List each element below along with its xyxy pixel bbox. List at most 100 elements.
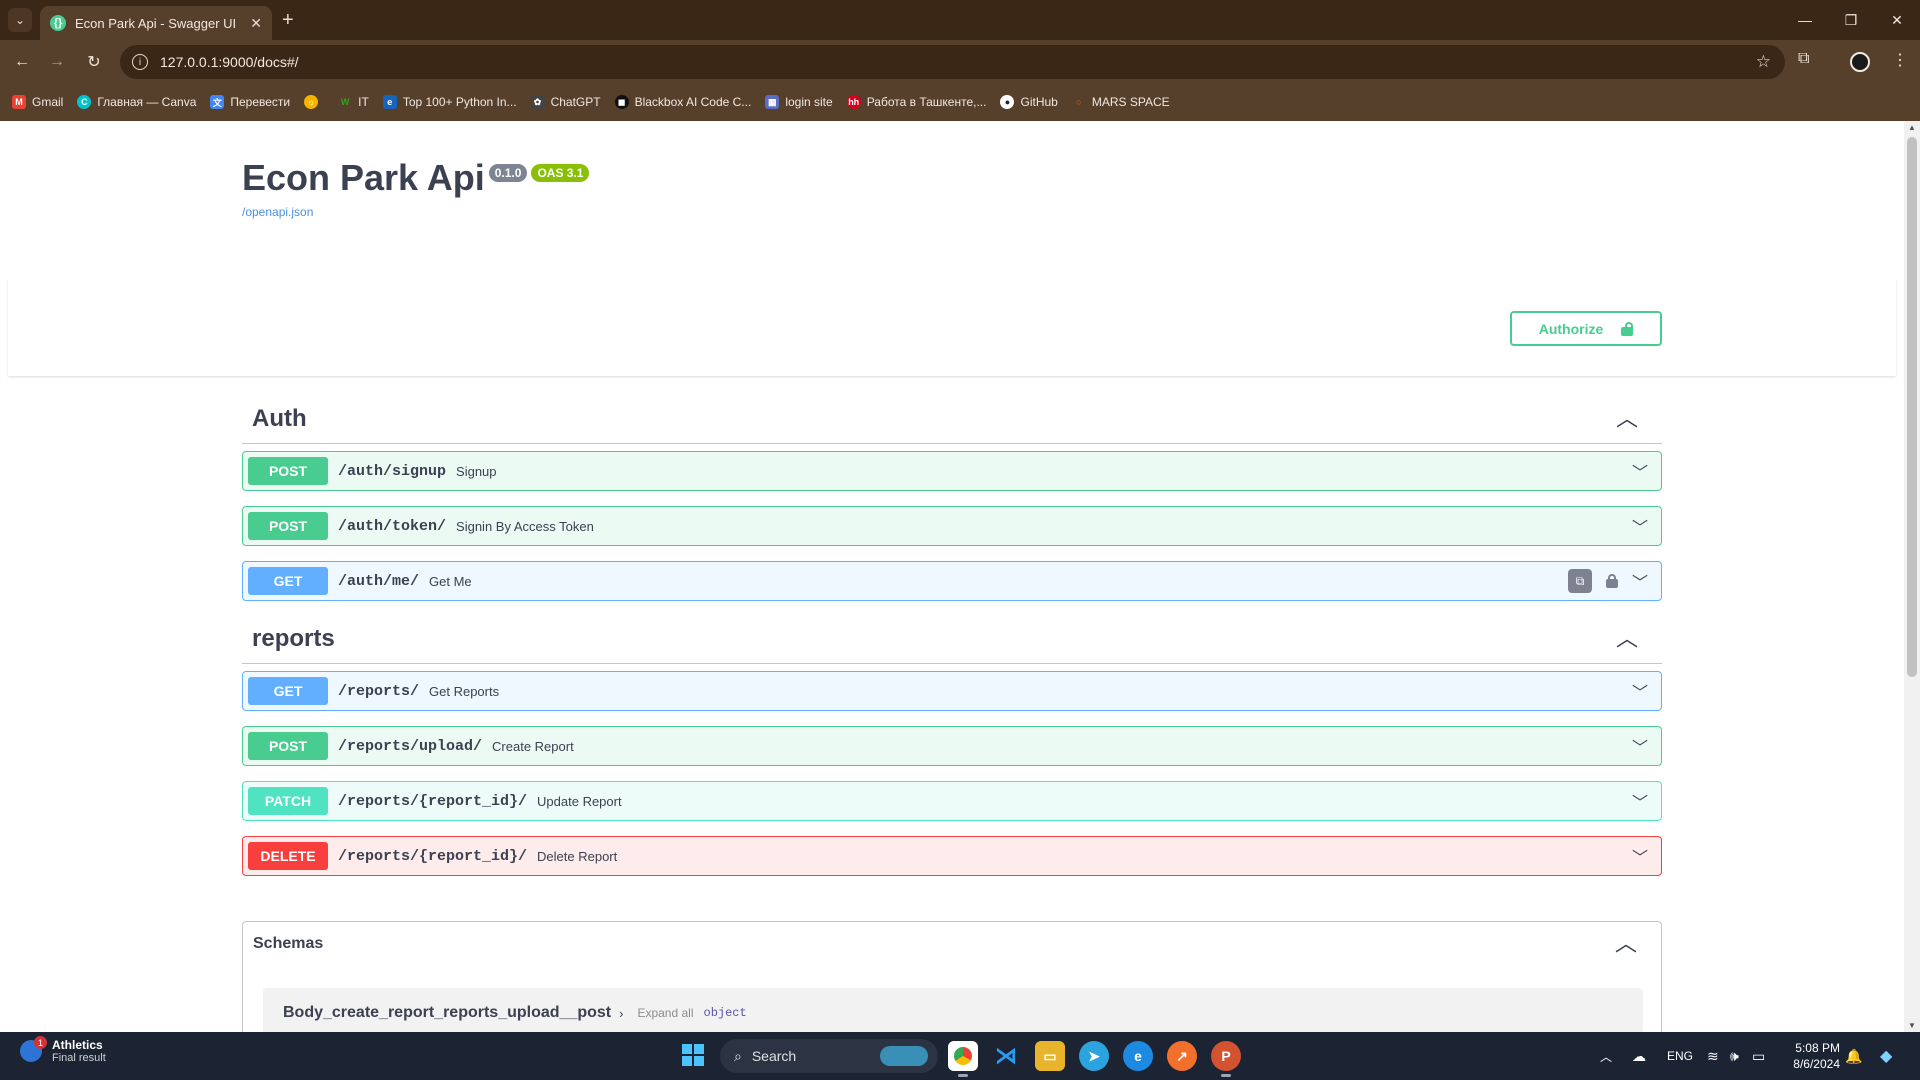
chrome-app-icon[interactable] (948, 1041, 978, 1077)
onedrive-cloud-icon[interactable]: ☁ (1632, 1032, 1646, 1080)
address-bar[interactable]: i 127.0.0.1:9000/docs#/ ☆ (120, 45, 1785, 79)
minimize-icon[interactable]: — (1782, 0, 1828, 40)
forward-arrow-icon[interactable]: → (45, 50, 69, 74)
tag-reports[interactable]: reports ︿ (242, 614, 1662, 664)
scroll-down-arrow-icon[interactable]: ▼ (1908, 1021, 1916, 1030)
oas-badge: OAS 3.1 (531, 164, 590, 182)
authorize-button[interactable]: Authorize (1510, 311, 1662, 346)
profile-avatar[interactable] (1850, 52, 1870, 72)
tray-overflow-chevron-icon[interactable]: ︿ (1600, 1032, 1612, 1080)
tag-auth-header[interactable]: Auth ︿ (242, 394, 1662, 444)
bookmark-python[interactable]: e Top 100+ Python In... (382, 95, 517, 109)
window-close-icon[interactable]: ✕ (1874, 0, 1920, 40)
back-arrow-icon[interactable]: ← (10, 50, 34, 74)
operation-delete-report[interactable]: DELETE /reports/{report_id}/ Delete Repo… (242, 836, 1662, 876)
bookmark-blackbox[interactable]: ◼ Blackbox AI Code C... (614, 95, 751, 109)
postman-app-icon[interactable]: ↗ (1167, 1041, 1197, 1071)
chevron-right-icon[interactable]: › (619, 1006, 623, 1021)
operation-summary: Update Report (537, 793, 622, 809)
operation-path: /reports/{report_id}/ (338, 792, 528, 810)
tab-title: Econ Park Api - Swagger UI (75, 15, 237, 31)
chevron-down-icon[interactable]: ﹀ (1632, 844, 1648, 868)
bookmark-it[interactable]: W IT (338, 95, 369, 109)
bookmark-canva[interactable]: C Главная — Canva (77, 95, 196, 109)
vscode-app-icon[interactable]: ⋊ (991, 1041, 1021, 1071)
method-badge: POST (248, 512, 328, 540)
tab-close-icon[interactable]: ✕ (250, 15, 262, 32)
schemas-header[interactable]: Schemas ︿ (243, 922, 1661, 966)
language-indicator[interactable]: ENG (1667, 1032, 1693, 1080)
operation-path: /reports/upload/ (338, 737, 483, 755)
tag-auth[interactable]: Auth ︿ (242, 394, 1662, 444)
python-site-icon: e (382, 95, 397, 109)
schemas-section: Schemas ︿ Body_create_report_reports_upl… (242, 921, 1662, 1032)
site-info-icon[interactable]: i (132, 54, 148, 70)
chevron-down-icon[interactable]: ﹀ (1632, 514, 1648, 538)
taskbar-search[interactable]: ⌕ Search (720, 1039, 938, 1073)
battery-icon[interactable]: ▭ (1752, 1032, 1765, 1080)
operation-patch-report[interactable]: PATCH /reports/{report_id}/ Update Repor… (242, 781, 1662, 821)
new-tab-plus-icon[interactable]: + (282, 8, 294, 32)
scrollbar-thumb[interactable] (1907, 137, 1917, 677)
operation-post-auth-token[interactable]: POST /auth/token/ Signin By Access Token… (242, 506, 1662, 546)
chevron-up-icon[interactable]: ︿ (1615, 933, 1637, 955)
volume-icon[interactable]: 🕪 (1730, 1032, 1739, 1080)
tag-reports-header[interactable]: reports ︿ (242, 614, 1662, 664)
url-text: 127.0.0.1:9000/docs#/ (160, 54, 299, 70)
gmail-icon: M (12, 95, 26, 109)
edge-app-icon[interactable]: e (1123, 1041, 1153, 1071)
bookmark-hh[interactable]: hh Работа в Ташкенте,... (846, 95, 986, 109)
sports-widget-icon: 1 (20, 1036, 47, 1062)
chevron-up-icon[interactable]: ︿ (1616, 627, 1638, 650)
bookmark-chatgpt[interactable]: ✿ ChatGPT (530, 95, 601, 109)
chevron-up-icon[interactable]: ︿ (1616, 407, 1638, 430)
chevron-down-icon[interactable]: ﹀ (1632, 679, 1648, 703)
schema-model-row[interactable]: Body_create_report_reports_upload__post … (263, 988, 1643, 1032)
copy-to-clipboard-icon[interactable]: ⧉ (1567, 569, 1592, 593)
bookmarks-bar: M Gmail C Главная — Canva 文 Перевести ☼ W IT… (0, 83, 1920, 121)
system-clock[interactable]: 5:08 PM 8/6/2024 (1790, 1040, 1840, 1072)
translate-icon: 文 (210, 95, 225, 109)
bookmark-star-icon[interactable]: ☆ (1756, 52, 1771, 72)
chevron-down-icon[interactable]: ﹀ (1632, 734, 1648, 758)
notification-bell-icon[interactable]: 🔔 (1845, 1032, 1862, 1080)
powerpoint-app-icon[interactable]: P (1211, 1041, 1241, 1077)
wifi-icon[interactable]: ≋ (1707, 1032, 1719, 1080)
operation-summary: Get Me (429, 573, 472, 589)
page-scrollbar[interactable]: ▲ ▼ (1904, 121, 1920, 1032)
bookmark-mars-space[interactable]: ○ MARS SPACE (1072, 95, 1170, 109)
bookmark-gmail[interactable]: M Gmail (12, 95, 63, 109)
operation-get-reports[interactable]: GET /reports/ Get Reports ﹀ (242, 671, 1662, 711)
openapi-json-link[interactable]: /openapi.json (242, 205, 589, 219)
search-icon: ⌕ (734, 1047, 742, 1064)
locked-icon[interactable] (1605, 574, 1618, 588)
chevron-down-icon[interactable]: ﹀ (1632, 459, 1648, 483)
bookmark-unnamed[interactable]: ☼ (304, 95, 324, 109)
telegram-app-icon[interactable]: ➤ (1079, 1041, 1109, 1071)
bookmark-translate[interactable]: 文 Перевести (210, 95, 290, 109)
chevron-down-icon[interactable]: ﹀ (1632, 569, 1648, 593)
operation-get-auth-me[interactable]: GET /auth/me/ Get Me ⧉ ﹀ (242, 561, 1662, 601)
search-placeholder: Search (751, 1048, 797, 1064)
windows-taskbar: 1 Athletics Final result ⌕ Search ⋊ ▭ ➤ … (0, 1032, 1920, 1080)
blackbox-icon: ◼ (614, 95, 629, 109)
browser-menu-icon[interactable]: ⋮ (1892, 50, 1908, 70)
operation-post-reports-upload[interactable]: POST /reports/upload/ Create Report ﹀ (242, 726, 1662, 766)
windows-start-icon[interactable] (682, 1044, 704, 1066)
expand-all-link[interactable]: Expand all (637, 1006, 693, 1020)
operation-post-auth-signup[interactable]: POST /auth/signup Signup ﹀ (242, 451, 1662, 491)
widgets-news[interactable]: 1 Athletics Final result (20, 1036, 106, 1064)
bookmark-login-site[interactable]: ▦ login site (765, 95, 833, 109)
restore-icon[interactable]: ❐ (1828, 0, 1874, 40)
bookmark-github[interactable]: ● GitHub (1000, 95, 1058, 109)
scroll-up-arrow-icon[interactable]: ▲ (1908, 123, 1916, 132)
operation-path: /auth/me/ (338, 572, 420, 590)
reload-icon[interactable]: ↻ (82, 50, 106, 74)
file-explorer-icon[interactable]: ▭ (1035, 1041, 1065, 1071)
active-tab[interactable]: {} Econ Park Api - Swagger UI ✕ (40, 6, 272, 40)
extensions-puzzle-icon[interactable]: ⧉ (1798, 50, 1809, 68)
operation-path: /reports/ (338, 682, 420, 700)
tab-search-chevron-icon[interactable]: ⌄ (8, 8, 32, 32)
copilot-icon[interactable]: ◆ (1880, 1032, 1892, 1080)
chevron-down-icon[interactable]: ﹀ (1632, 789, 1648, 813)
